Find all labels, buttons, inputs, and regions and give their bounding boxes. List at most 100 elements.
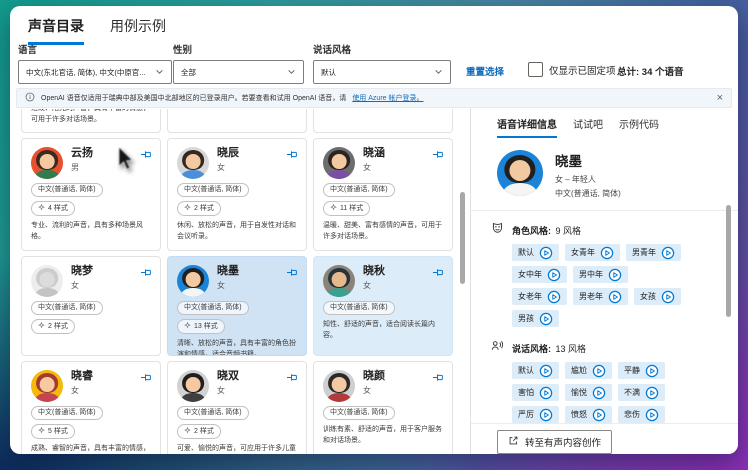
play-style-button[interactable] (600, 246, 614, 260)
play-style-button[interactable] (592, 364, 606, 378)
avatar (177, 147, 209, 179)
pin-icon[interactable] (431, 148, 444, 161)
voice-card[interactable]: 晓涵 女 中文(普通话, 简体) 11 样式 温暖、甜美、富有感情的声音，可用于… (313, 138, 453, 251)
pin-icon[interactable] (431, 266, 444, 279)
style-chip[interactable]: 默认 (512, 244, 559, 262)
style-chip[interactable]: 平静 (618, 362, 665, 380)
style-chip[interactable]: 女中年 (512, 266, 567, 284)
speaking-styles-count: 13 风格 (555, 344, 586, 355)
play-style-button[interactable] (547, 268, 561, 282)
style-chip[interactable]: 愉悦 (565, 384, 612, 402)
tab-sample-code[interactable]: 示例代码 (619, 116, 659, 138)
voice-card[interactable]: 晓双 女 中文(普通话, 简体) 2 样式 可爱、愉悦的声音，可应用于许多儿童相… (167, 361, 307, 454)
voice-card[interactable]: 晓墨 女 中文(普通话, 简体) 13 样式 清晰、放松的声音，具有丰富的角色扮… (167, 256, 307, 356)
style-chip[interactable]: 不满 (618, 384, 665, 402)
style-chip[interactable]: 悲伤 (618, 406, 665, 423)
voice-card[interactable]: 晓秋 女 中文(普通话, 简体) 知性、舒适的声音，适合阅读长篇内容。 (313, 256, 453, 356)
style-chip[interactable]: 愤怒 (565, 406, 612, 423)
speaking-style-select[interactable]: 默认 (313, 60, 451, 84)
azure-login-link[interactable]: 使用 Azure 帐户登录。 (352, 93, 423, 103)
style-chip[interactable]: 男中年 (573, 266, 628, 284)
details-panel-scrollbar[interactable] (726, 205, 731, 317)
language-pill: 中文(普通话, 简体) (177, 183, 249, 197)
play-style-button[interactable] (661, 246, 675, 260)
play-style-button[interactable] (661, 290, 675, 304)
play-style-button[interactable] (539, 408, 553, 422)
style-chip[interactable]: 男孩 (512, 310, 559, 328)
voice-card[interactable]: 云扬 男 中文(普通话, 简体) 4 样式 专业、流利的声音，具有多种场景风格。 (21, 138, 161, 251)
play-style-button[interactable] (645, 386, 659, 400)
style-chip-label: 男老年 (579, 292, 603, 302)
chevron-down-icon (155, 67, 164, 78)
voice-card-clipped[interactable]: 活泼、阳光的声音，具有丰富的情感，可用于许多对话场景。 (21, 109, 161, 133)
language-pill-label: 中文(普通话, 简体) (184, 304, 242, 311)
pin-icon[interactable] (285, 371, 298, 384)
pin-icon[interactable] (285, 266, 298, 279)
play-style-button[interactable] (547, 290, 561, 304)
style-chip[interactable]: 尴尬 (565, 362, 612, 380)
play-style-button[interactable] (539, 386, 553, 400)
selected-voice-meta: 女 – 年轻人 (555, 175, 596, 184)
styles-pill: 11 样式 (323, 200, 443, 217)
voice-card-clipped[interactable] (167, 109, 307, 133)
pin-icon[interactable] (431, 371, 444, 384)
go-to-audio-content-creation-button[interactable]: 转至有声内容创作 (497, 430, 613, 454)
language-filter-label: 语言 (18, 45, 38, 56)
avatar-face (39, 272, 55, 287)
pin-icon[interactable] (139, 371, 152, 384)
play-style-button[interactable] (592, 386, 606, 400)
voice-card[interactable]: 晓睿 女 中文(普通话, 简体) 5 样式 成熟、睿智的声音，具有丰富的情感，适… (21, 361, 161, 454)
style-chip[interactable]: 害怕 (512, 384, 559, 402)
voice-name: 晓辰 (217, 147, 239, 159)
play-style-button[interactable] (608, 268, 622, 282)
play-style-button[interactable] (645, 408, 659, 422)
gender-select[interactable]: 全部 (173, 60, 304, 84)
voice-name: 晓涵 (363, 147, 385, 159)
avatar-body (502, 183, 538, 196)
voice-description: 专业、流利的声音，具有多种场景风格。 (31, 222, 143, 241)
play-style-button[interactable] (592, 408, 606, 422)
tab-try-it[interactable]: 试试吧 (573, 116, 603, 138)
play-style-button[interactable] (539, 246, 553, 260)
language-pill-line: 中文(普通话, 简体) (31, 183, 151, 197)
voice-name: 晓颜 (363, 370, 385, 382)
speaking-styles-title: 说话风格: (512, 344, 551, 355)
card-list-scrollbar[interactable] (460, 192, 465, 284)
voice-card[interactable]: 晓梦 女 中文(普通话, 简体) 2 样式 (21, 256, 161, 356)
voice-card-clipped[interactable] (313, 109, 453, 133)
avatar (31, 370, 63, 402)
pin-icon[interactable] (139, 148, 152, 161)
style-chip[interactable]: 女老年 (512, 288, 567, 306)
language-select[interactable]: 中文(东北官话, 简体), 中文(中原官... (18, 60, 172, 84)
play-style-button[interactable] (539, 364, 553, 378)
voice-description: 清晰、放松的声音，具有丰富的角色扮演和情感，适合音频书籍。 (177, 340, 296, 356)
play-style-button[interactable] (608, 290, 622, 304)
voice-card-grid: 活泼、阳光的声音，具有丰富的情感，可用于许多对话场景。 云扬 男 中文(普通话,… (21, 109, 454, 454)
style-chip[interactable]: 男老年 (573, 288, 628, 306)
tab-use-cases[interactable]: 用例示例 (110, 16, 166, 45)
style-chip-label: 男青年 (632, 248, 656, 258)
style-chip[interactable]: 男青年 (626, 244, 681, 262)
tab-voice-catalog[interactable]: 声音目录 (28, 16, 84, 45)
selected-voice-name: 晓墨 (555, 154, 582, 169)
voice-name: 晓梦 (71, 265, 93, 277)
play-style-button[interactable] (645, 364, 659, 378)
style-chip[interactable]: 严厉 (512, 406, 559, 423)
pin-icon[interactable] (285, 148, 298, 161)
play-style-button[interactable] (539, 312, 553, 326)
voice-details-panel: 语音详细信息 试试吧 示例代码 晓墨 女 – 年轻人 中文(普通话, 简体) 角… (470, 108, 738, 454)
style-chip[interactable]: 女青年 (565, 244, 620, 262)
style-chip[interactable]: 默认 (512, 362, 559, 380)
style-chip[interactable]: 女孩 (634, 288, 681, 306)
pin-icon[interactable] (139, 266, 152, 279)
tab-voice-details[interactable]: 语音详细信息 (497, 116, 557, 138)
voice-card[interactable]: 晓颜 女 中文(普通话, 简体) 训练有素、舒适的声音，用于客户服务和对话场景。 (313, 361, 453, 454)
banner-close-icon[interactable]: × (717, 92, 723, 104)
voice-description: 休闲、放松的声音，用于自发性对话和会议听录。 (177, 222, 296, 241)
style-chip-label: 尴尬 (571, 366, 587, 376)
avatar-body (35, 288, 59, 297)
reset-selection-link[interactable]: 重置选择 (466, 64, 504, 78)
pinned-only-checkbox[interactable] (528, 62, 543, 77)
info-icon (25, 92, 35, 104)
voice-card[interactable]: 晓辰 女 中文(普通话, 简体) 2 样式 休闲、放松的声音，用于自发性对话和会… (167, 138, 307, 251)
